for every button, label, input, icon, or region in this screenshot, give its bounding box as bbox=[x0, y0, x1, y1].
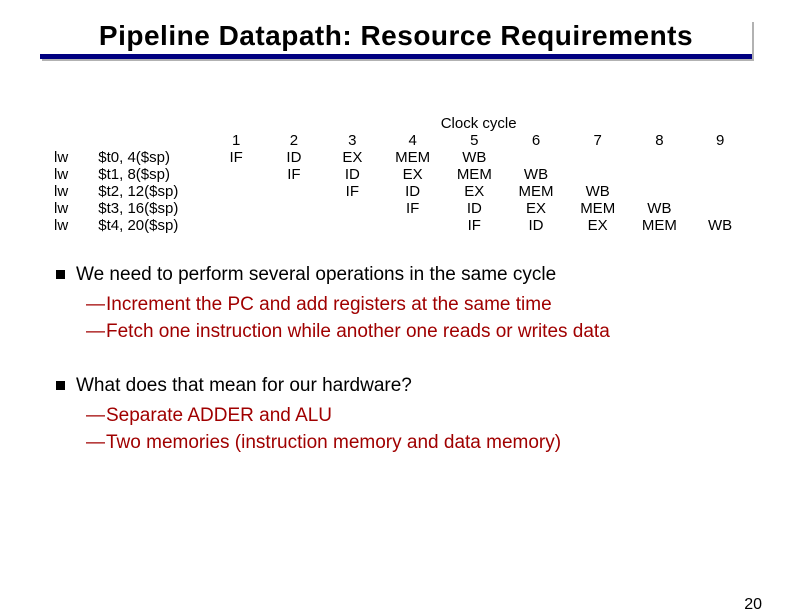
stage-cell: ID bbox=[505, 217, 567, 234]
table-row: lw $t2, 12($sp) IF ID EX MEM WB bbox=[50, 183, 750, 200]
cycle-num: 7 bbox=[567, 132, 629, 149]
bullet-subitem: Increment the PC and add registers at th… bbox=[50, 292, 752, 318]
pipeline-table: Clock cycle 1 2 3 4 5 6 7 8 9 lw $t0, 4(… bbox=[50, 115, 750, 234]
stage-cell: IF bbox=[265, 166, 323, 183]
stage-cell: MEM bbox=[443, 166, 505, 183]
table-row: lw $t3, 16($sp) IF ID EX MEM WB bbox=[50, 200, 750, 217]
stage-cell: ID bbox=[323, 166, 382, 183]
stage-cell: IF bbox=[382, 200, 444, 217]
instr-operands: $t3, 16($sp) bbox=[94, 200, 207, 217]
stage-cell: MEM bbox=[629, 217, 691, 234]
stage-cell: WB bbox=[505, 166, 567, 183]
bullet-item: We need to perform several operations in… bbox=[50, 262, 752, 288]
page-number: 20 bbox=[744, 596, 762, 612]
stage-cell bbox=[207, 166, 265, 183]
stage-cell bbox=[265, 183, 323, 200]
stage-cell bbox=[265, 217, 323, 234]
stage-cell: ID bbox=[382, 183, 444, 200]
bullet-group-1: We need to perform several operations in… bbox=[50, 262, 752, 345]
bullet-subitem: Two memories (instruction memory and dat… bbox=[50, 430, 752, 456]
stage-cell: WB bbox=[629, 200, 691, 217]
instr-mnemonic: lw bbox=[50, 217, 94, 234]
bullet-section: We need to perform several operations in… bbox=[50, 262, 752, 456]
stage-cell bbox=[629, 166, 691, 183]
bullet-group-2: What does that mean for our hardware? Se… bbox=[50, 373, 752, 456]
stage-cell bbox=[382, 217, 444, 234]
cycle-num: 4 bbox=[382, 132, 444, 149]
instr-operands: $t0, 4($sp) bbox=[94, 149, 207, 166]
cycle-num: 6 bbox=[505, 132, 567, 149]
instr-mnemonic: lw bbox=[50, 166, 94, 183]
stage-cell: WB bbox=[567, 183, 629, 200]
bullet-subitem: Separate ADDER and ALU bbox=[50, 403, 752, 429]
stage-cell bbox=[505, 149, 567, 166]
stage-cell: MEM bbox=[382, 149, 444, 166]
stage-cell bbox=[690, 183, 750, 200]
stage-cell: IF bbox=[443, 217, 505, 234]
table-row: lw $t0, 4($sp) IF ID EX MEM WB bbox=[50, 149, 750, 166]
stage-cell bbox=[629, 149, 691, 166]
stage-cell bbox=[265, 200, 323, 217]
stage-cell: EX bbox=[505, 200, 567, 217]
stage-cell: WB bbox=[690, 217, 750, 234]
clock-cycle-header: Clock cycle bbox=[207, 115, 750, 132]
pipeline-table-area: Clock cycle 1 2 3 4 5 6 7 8 9 lw $t0, 4(… bbox=[50, 115, 752, 234]
cycle-num: 8 bbox=[629, 132, 691, 149]
instr-operands: $t2, 12($sp) bbox=[94, 183, 207, 200]
stage-cell bbox=[690, 149, 750, 166]
stage-cell: EX bbox=[323, 149, 382, 166]
stage-cell: IF bbox=[323, 183, 382, 200]
stage-cell bbox=[207, 183, 265, 200]
stage-cell: MEM bbox=[505, 183, 567, 200]
cycle-num: 1 bbox=[207, 132, 265, 149]
stage-cell bbox=[323, 200, 382, 217]
clock-header-row: Clock cycle bbox=[50, 115, 750, 132]
stage-cell: MEM bbox=[567, 200, 629, 217]
stage-cell: EX bbox=[443, 183, 505, 200]
stage-cell: ID bbox=[265, 149, 323, 166]
instr-mnemonic: lw bbox=[50, 149, 94, 166]
stage-cell: WB bbox=[443, 149, 505, 166]
stage-cell: EX bbox=[382, 166, 444, 183]
instr-operands: $t4, 20($sp) bbox=[94, 217, 207, 234]
stage-cell bbox=[690, 200, 750, 217]
cycle-num: 3 bbox=[323, 132, 382, 149]
stage-cell bbox=[207, 200, 265, 217]
cycle-num: 9 bbox=[690, 132, 750, 149]
instr-operands: $t1, 8($sp) bbox=[94, 166, 207, 183]
bullet-subitem: Fetch one instruction while another one … bbox=[50, 319, 752, 345]
stage-cell: IF bbox=[207, 149, 265, 166]
table-row: lw $t4, 20($sp) IF ID EX MEM WB bbox=[50, 217, 750, 234]
stage-cell bbox=[207, 217, 265, 234]
table-row: lw $t1, 8($sp) IF ID EX MEM WB bbox=[50, 166, 750, 183]
cycle-num: 5 bbox=[443, 132, 505, 149]
stage-cell bbox=[323, 217, 382, 234]
stage-cell bbox=[690, 166, 750, 183]
title-bar: Pipeline Datapath: Resource Requirements bbox=[40, 20, 752, 59]
bullet-item: What does that mean for our hardware? bbox=[50, 373, 752, 399]
cycle-number-row: 1 2 3 4 5 6 7 8 9 bbox=[50, 132, 750, 149]
instr-mnemonic: lw bbox=[50, 183, 94, 200]
page-title: Pipeline Datapath: Resource Requirements bbox=[99, 20, 693, 51]
stage-cell bbox=[567, 149, 629, 166]
slide-content: Clock cycle 1 2 3 4 5 6 7 8 9 lw $t0, 4(… bbox=[50, 115, 752, 484]
instr-mnemonic: lw bbox=[50, 200, 94, 217]
stage-cell: EX bbox=[567, 217, 629, 234]
cycle-num: 2 bbox=[265, 132, 323, 149]
stage-cell: ID bbox=[443, 200, 505, 217]
stage-cell bbox=[629, 183, 691, 200]
stage-cell bbox=[567, 166, 629, 183]
